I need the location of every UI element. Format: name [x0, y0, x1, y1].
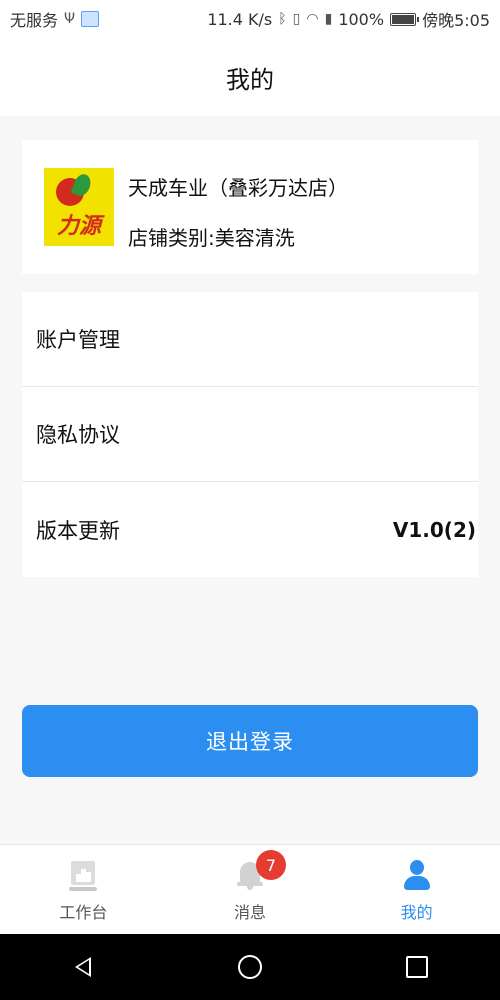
shop-logo-text: 力源 [56, 213, 101, 239]
message-badge: 7 [256, 850, 286, 880]
tab-bar: 工作台 消息 我的 [0, 844, 500, 935]
page-header: 我的 [0, 38, 500, 116]
clock: 傍晚5:05 [422, 11, 490, 30]
battery-icon [390, 12, 420, 26]
tab-label: 消息 [234, 903, 267, 922]
tab-label: 工作台 [59, 903, 108, 922]
shop-category: 店铺类别:美容清洗 [128, 226, 295, 250]
menu-item-version[interactable]: 版本更新 V1.0(2) [22, 482, 478, 577]
shop-name: 天成车业（叠彩万达店） [128, 176, 348, 200]
settings-menu: 账户管理 隐私协议 版本更新 V1.0(2) [22, 292, 478, 577]
system-nav-bar [0, 934, 500, 1000]
tab-messages[interactable]: 消息 [167, 845, 334, 935]
workbench-icon [67, 859, 99, 891]
menu-item-account[interactable]: 账户管理 [22, 292, 478, 387]
wifi-icon: ◠ [306, 11, 319, 27]
tab-label: 我的 [400, 903, 433, 922]
network-speed: 11.4 K/s [207, 9, 273, 29]
tab-workbench[interactable]: 工作台 [0, 845, 167, 935]
version-value: V1.0(2) [392, 517, 476, 542]
back-button[interactable] [53, 947, 113, 987]
menu-item-privacy[interactable]: 隐私协议 [22, 387, 478, 482]
menu-item-label: 隐私协议 [36, 423, 120, 447]
battery-percent: 100% [338, 9, 385, 29]
recents-icon [405, 956, 428, 978]
menu-item-label: 账户管理 [36, 328, 120, 352]
status-bar: 无服务 Ψ 11.4 K/s ᛒ ▯ ◠ ▮ 100% 傍晚5:05 [0, 0, 500, 38]
back-icon [75, 957, 92, 977]
page-title: 我的 [226, 65, 274, 94]
user-icon [401, 859, 433, 891]
shop-card: 力源 天成车业（叠彩万达店） 店铺类别:美容清洗 [22, 140, 478, 274]
gallery-notification-icon [81, 11, 100, 27]
bluetooth-icon: ᛒ [278, 11, 287, 27]
shop-logo: 力源 [44, 168, 114, 246]
home-icon [237, 955, 262, 979]
carrier-text: 无服务 [10, 11, 59, 30]
sim-icon: ▮ [324, 11, 333, 27]
home-button[interactable] [220, 947, 280, 987]
vibrate-icon: ▯ [292, 11, 301, 27]
recents-button[interactable] [387, 947, 447, 987]
tab-mine[interactable]: 我的 [333, 845, 500, 935]
logout-button[interactable]: 退出登录 [22, 705, 478, 777]
usb-icon: Ψ [64, 11, 76, 27]
menu-item-label: 版本更新 [36, 518, 120, 543]
